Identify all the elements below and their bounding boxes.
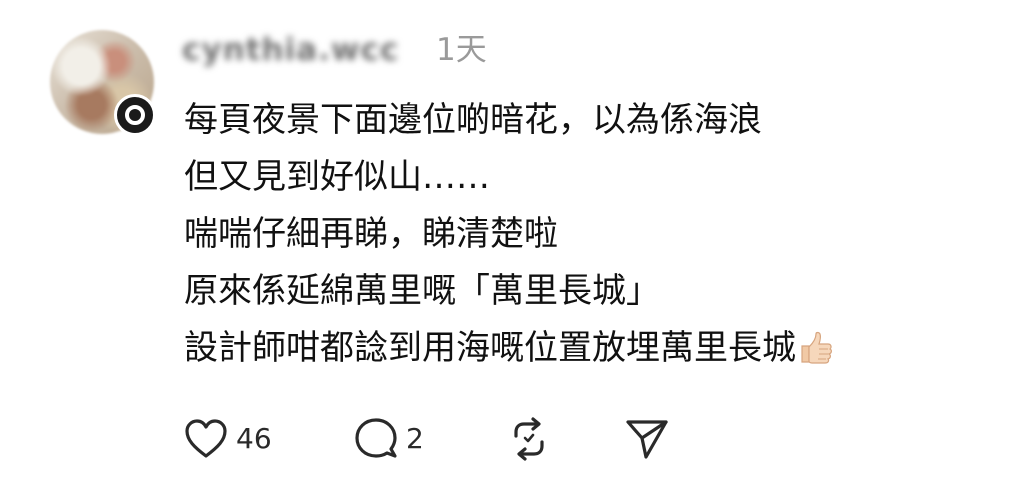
timestamp: 1天 — [436, 32, 487, 68]
repost-button[interactable] — [506, 413, 552, 465]
comment-line: 每頁夜景下面邊位啲暗花，以為係海浪 — [184, 100, 762, 140]
comment-count: 2 — [406, 422, 424, 455]
comment-icon — [354, 417, 398, 461]
comment-body: 每頁夜景下面邊位啲暗花，以為係海浪 但又見到好似山…… 喘喘仔細再睇，睇清楚啦 … — [184, 92, 984, 377]
comment-line: 原來係延綿萬里嘅「萬里長城」 — [184, 271, 660, 311]
comment-button[interactable]: 2 — [354, 413, 424, 465]
comment-line: 喘喘仔細再睇，睇清楚啦 — [184, 214, 558, 254]
username[interactable]: cynthia.wcc — [182, 28, 399, 72]
comment-line: 設計師咁都諗到用海嘅位置放埋萬里長城 — [184, 328, 796, 368]
repost-icon — [506, 416, 552, 462]
share-button[interactable] — [624, 413, 670, 465]
comment-line-last: 設計師咁都諗到用海嘅位置放埋萬里長城 — [184, 320, 984, 377]
share-icon — [624, 417, 670, 461]
threads-badge-icon — [114, 94, 156, 136]
like-count: 46 — [236, 422, 272, 455]
action-bar: 46 2 — [184, 413, 704, 465]
heart-icon — [184, 418, 228, 460]
thumbs-up-emoji-icon — [798, 326, 834, 383]
like-button[interactable]: 46 — [184, 413, 272, 465]
comment-line: 但又見到好似山…… — [184, 157, 490, 197]
